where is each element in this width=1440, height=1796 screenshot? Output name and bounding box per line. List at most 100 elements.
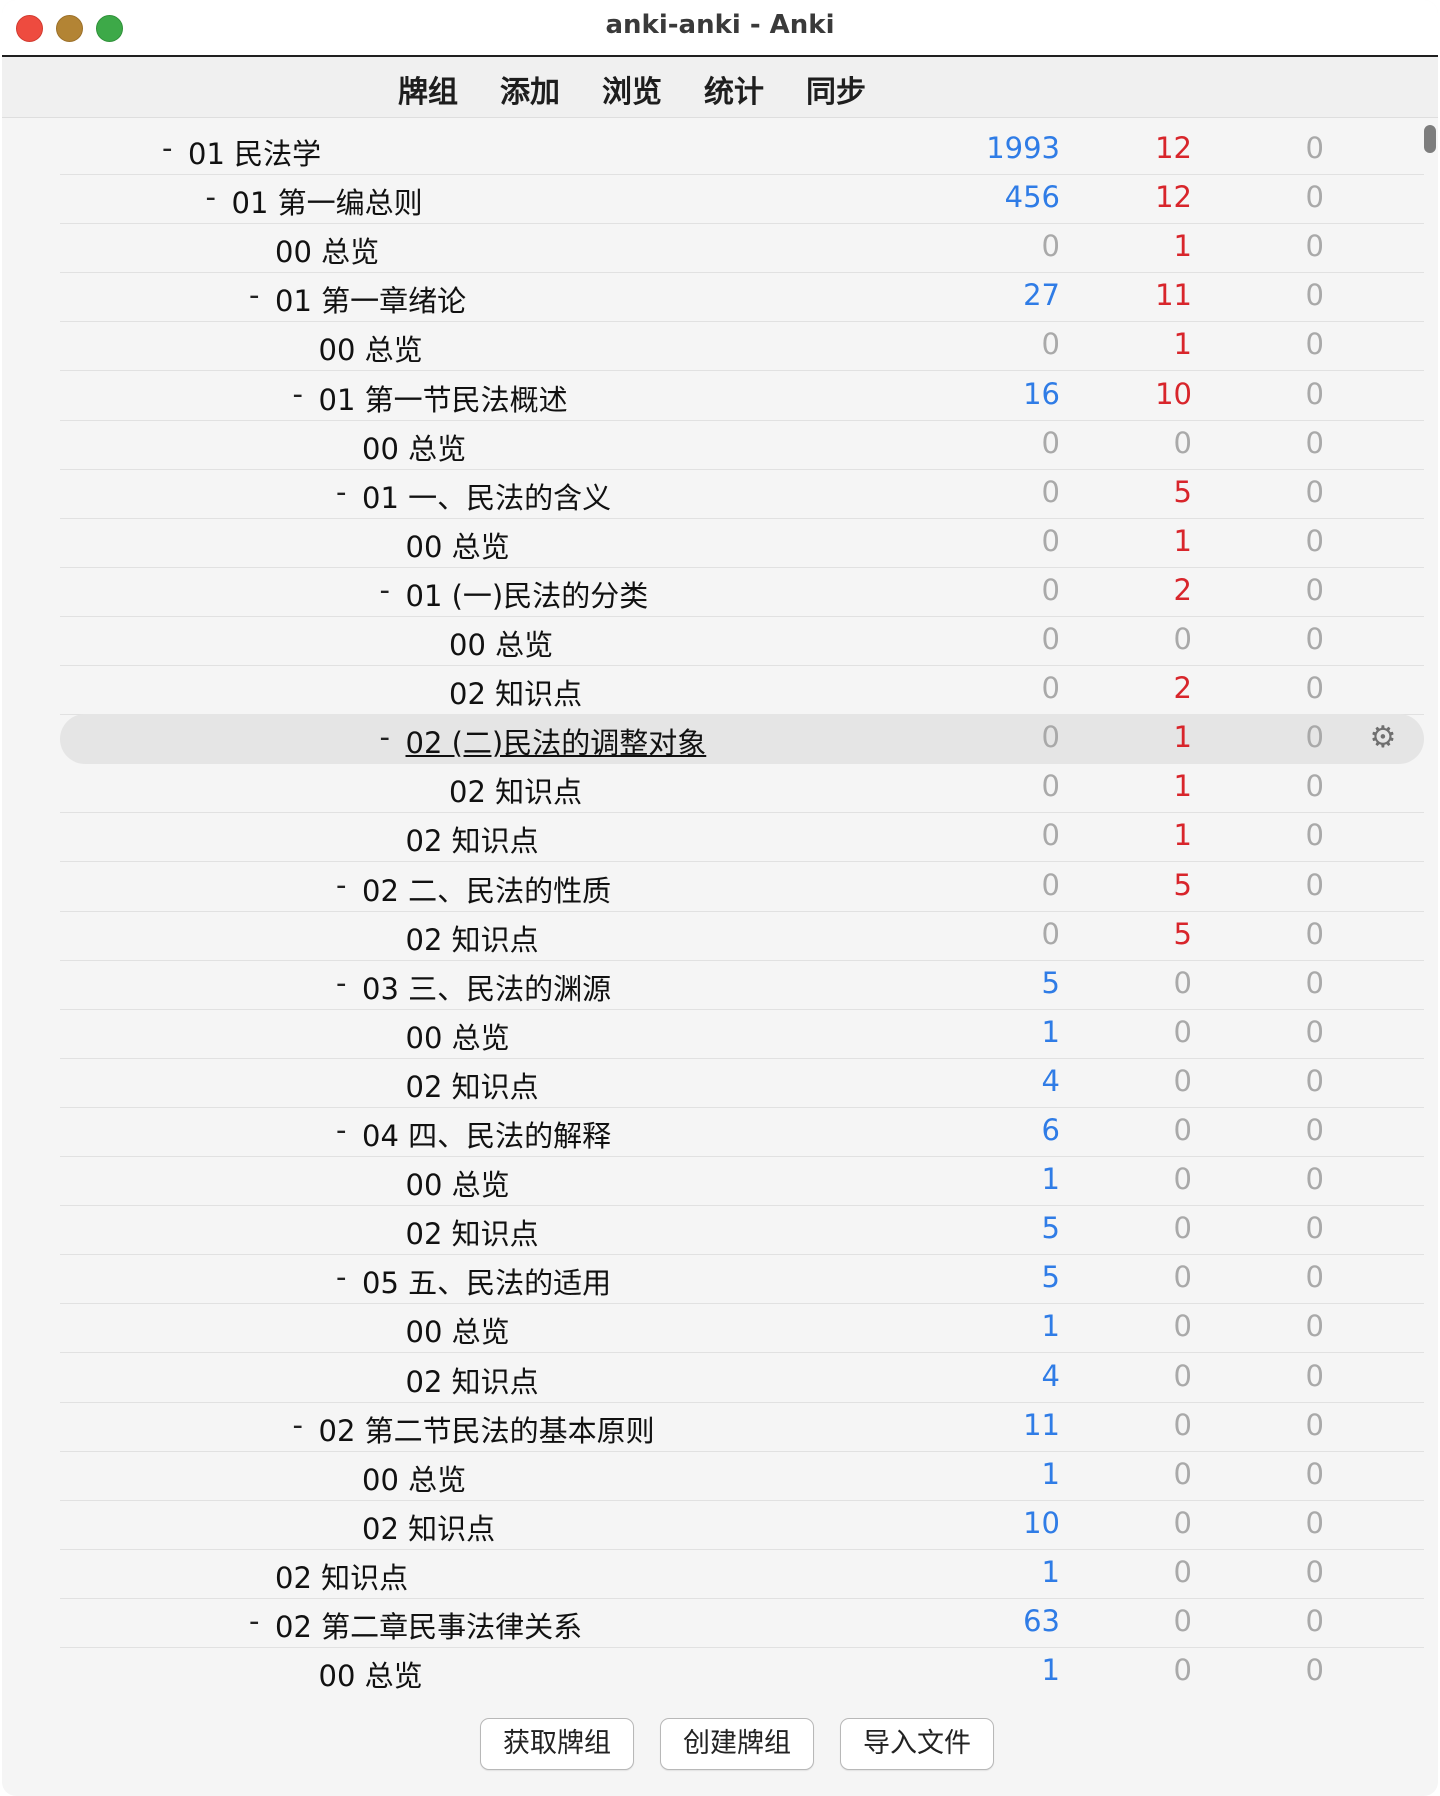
deck-row[interactable]: -03 三、民法的渊源 5 0 0 [60, 960, 1424, 1010]
deck-row[interactable]: 00 总览 0 1 0 [60, 321, 1424, 372]
deck-row[interactable]: -01 民法学 1993 12 0 [60, 125, 1424, 175]
deck-name[interactable]: 00 总览 [406, 1162, 510, 1204]
deck-row[interactable]: 02 知识点 0 1 0 [60, 763, 1424, 814]
deck-name[interactable]: 02 二、民法的性质 [362, 868, 611, 910]
get-shared-decks-button[interactable]: 获取牌组 [480, 1718, 634, 1770]
deck-name[interactable]: 01 (一)民法的分类 [406, 573, 649, 615]
deck-row[interactable]: -01 第一节民法概述 16 10 0 [60, 371, 1424, 421]
deck-row[interactable]: 02 知识点 4 0 0 [60, 1353, 1424, 1403]
deck-row[interactable]: 02 知识点 0 2 0 [60, 665, 1424, 716]
toolbar-add[interactable]: 添加 [500, 67, 560, 111]
collapse-toggle[interactable]: - [336, 1260, 346, 1294]
deck-row[interactable]: 00 总览 1 0 0 [60, 1009, 1424, 1059]
deck-row[interactable]: 02 知识点 5 0 0 [60, 1205, 1424, 1256]
deck-row[interactable]: -02 第二节民法的基本原则 11 0 0 [60, 1402, 1424, 1452]
create-deck-button[interactable]: 创建牌组 [660, 1718, 814, 1770]
deck-name[interactable]: 03 三、民法的渊源 [362, 966, 611, 1008]
new-count: 0 [1041, 229, 1060, 264]
collapse-toggle[interactable]: - [336, 868, 346, 902]
deck-row[interactable]: 00 总览 0 0 0 [60, 420, 1424, 470]
deck-name[interactable]: 02 知识点 [449, 671, 582, 713]
deck-name[interactable]: 01 民法学 [188, 131, 321, 173]
deck-name[interactable]: 00 总览 [275, 229, 379, 271]
collapse-toggle[interactable]: - [336, 966, 346, 1000]
deck-name[interactable]: 01 第一节民法概述 [319, 377, 568, 419]
deck-row[interactable]: 00 总览 1 0 0 [60, 1647, 1424, 1695]
toolbar-sync[interactable]: 同步 [806, 67, 866, 111]
deck-name[interactable]: 00 总览 [449, 622, 553, 664]
deck-name[interactable]: 04 四、民法的解释 [362, 1113, 611, 1155]
deck-list-scrollbar[interactable] [1424, 125, 1436, 153]
learn-count: 11 [1155, 278, 1192, 313]
deck-name[interactable]: 00 总览 [362, 426, 466, 468]
deck-name[interactable]: 05 五、民法的适用 [362, 1260, 611, 1302]
collapse-toggle[interactable]: - [293, 1408, 303, 1442]
due-count: 0 [1305, 376, 1324, 411]
deck-name[interactable]: 02 第二节民法的基本原则 [319, 1408, 655, 1450]
deck-list: -01 民法学 1993 12 0-01 第一编总则 456 12 0 00 总览 0 1 0-01… [60, 125, 1424, 1695]
deck-name[interactable]: 00 总览 [406, 1015, 510, 1057]
new-count: 1 [1041, 1014, 1060, 1049]
deck-row[interactable]: -01 (一)民法的分类 0 2 0 [60, 567, 1424, 617]
due-count: 0 [1305, 229, 1324, 264]
deck-row[interactable]: -01 一、民法的含义 0 5 0 [60, 469, 1424, 519]
gear-icon[interactable]: ⚙ [1368, 723, 1398, 753]
deck-name[interactable]: 02 知识点 [406, 818, 539, 860]
deck-row[interactable]: 00 总览 0 1 0 [60, 223, 1424, 274]
toolbar-stats[interactable]: 统计 [704, 67, 764, 111]
deck-name[interactable]: 00 总览 [406, 524, 510, 566]
deck-row[interactable]: -02 第二章民事法律关系 63 0 0 [60, 1598, 1424, 1648]
collapse-toggle[interactable]: - [293, 377, 303, 411]
toolbar-decks[interactable]: 牌组 [398, 67, 458, 111]
deck-name[interactable]: 02 知识点 [406, 1359, 539, 1401]
deck-name[interactable]: 02 知识点 [275, 1555, 408, 1597]
due-count: 0 [1305, 1407, 1324, 1442]
deck-row[interactable]: 00 总览 1 0 0 [60, 1303, 1424, 1354]
deck-row[interactable]: -01 第一章绪论 27 11 0 [60, 272, 1424, 323]
deck-row[interactable]: 02 知识点 0 5 0 [60, 911, 1424, 961]
deck-row[interactable]: -02 (二)民法的调整对象 0 1 0 ⚙ [60, 714, 1424, 765]
deck-row[interactable]: -01 第一编总则 456 12 0 [60, 174, 1424, 225]
deck-row[interactable]: 00 总览 0 1 0 [60, 518, 1424, 568]
deck-name[interactable]: 02 知识点 [406, 917, 539, 959]
deck-name[interactable]: 02 知识点 [406, 1064, 539, 1106]
deck-name[interactable]: 02 知识点 [362, 1506, 495, 1548]
collapse-toggle[interactable]: - [206, 180, 216, 214]
deck-name[interactable]: 00 总览 [319, 327, 423, 369]
deck-row[interactable]: -05 五、民法的适用 5 0 0 [60, 1254, 1424, 1305]
deck-row[interactable]: -02 二、民法的性质 0 5 0 [60, 862, 1424, 912]
deck-name[interactable]: 02 (二)民法的调整对象 [406, 720, 707, 762]
deck-name[interactable]: 01 第一章绪论 [275, 278, 466, 320]
new-count: 1 [1041, 1162, 1060, 1197]
collapse-toggle[interactable]: - [249, 1604, 259, 1638]
due-count: 0 [1305, 131, 1324, 165]
new-count: 0 [1041, 818, 1060, 853]
deck-row[interactable]: -04 四、民法的解释 6 0 0 [60, 1107, 1424, 1157]
deck-row[interactable]: 02 知识点 0 1 0 [60, 812, 1424, 863]
deck-row[interactable]: 00 总览 0 0 0 [60, 616, 1424, 666]
collapse-toggle[interactable]: - [336, 475, 346, 509]
deck-name[interactable]: 00 总览 [362, 1457, 466, 1499]
collapse-toggle[interactable]: - [380, 720, 390, 754]
toolbar-browse[interactable]: 浏览 [602, 67, 662, 111]
deck-row[interactable]: 02 知识点 10 0 0 [60, 1500, 1424, 1550]
due-count: 0 [1305, 965, 1324, 1000]
deck-row[interactable]: 00 总览 1 0 0 [60, 1156, 1424, 1207]
collapse-toggle[interactable]: - [162, 131, 172, 165]
import-file-button[interactable]: 导入文件 [840, 1718, 994, 1770]
collapse-toggle[interactable]: - [336, 1113, 346, 1147]
deck-name[interactable]: 00 总览 [406, 1309, 510, 1351]
due-count: 0 [1305, 1604, 1324, 1638]
deck-name[interactable]: 02 知识点 [449, 769, 582, 811]
deck-row[interactable]: 00 总览 1 0 0 [60, 1451, 1424, 1501]
deck-row[interactable]: 02 知识点 4 0 0 [60, 1058, 1424, 1108]
deck-name[interactable]: 02 第二章民事法律关系 [275, 1604, 582, 1646]
deck-name[interactable]: 02 知识点 [406, 1211, 539, 1253]
new-count: 1 [1041, 1554, 1060, 1589]
deck-name[interactable]: 00 总览 [319, 1653, 423, 1695]
deck-name[interactable]: 01 第一编总则 [232, 180, 423, 222]
deck-name[interactable]: 01 一、民法的含义 [362, 475, 611, 517]
collapse-toggle[interactable]: - [380, 573, 390, 607]
collapse-toggle[interactable]: - [249, 278, 259, 312]
deck-row[interactable]: 02 知识点 1 0 0 [60, 1549, 1424, 1599]
